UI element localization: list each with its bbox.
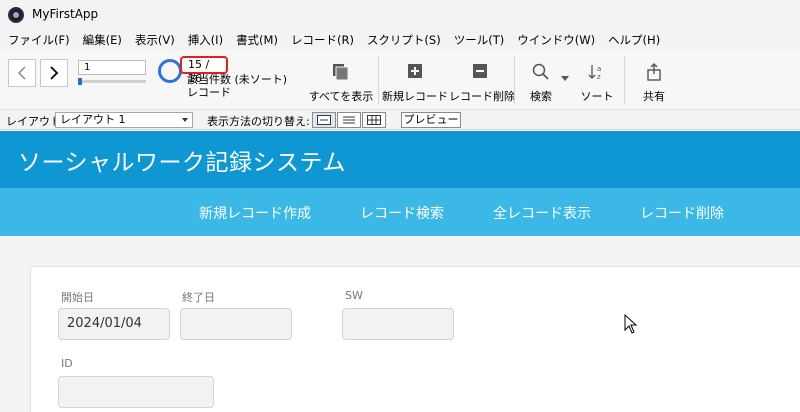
title-bar: MyFirstApp (0, 0, 800, 30)
new-record-label: 新規レコード (382, 90, 448, 103)
end-date-field[interactable] (180, 308, 292, 340)
start-date-label: 開始日 (61, 291, 94, 304)
menu-records[interactable]: レコード(R) (291, 30, 354, 50)
show-all-icon (333, 64, 349, 81)
menu-bar: ファイル(F) 編集(E) 表示(V) 挿入(I) 書式(M) レコード(R) … (0, 30, 800, 50)
menu-edit[interactable]: 編集(E) (83, 30, 122, 50)
nav-delete-record[interactable]: レコード削除 (640, 203, 724, 223)
form-view-icon (317, 115, 331, 125)
window-title: MyFirstApp (32, 7, 99, 21)
sw-field[interactable] (342, 308, 454, 340)
svg-text:z: z (597, 73, 601, 81)
sw-label: SW (345, 289, 363, 302)
sort-button[interactable]: a z ソート (578, 50, 616, 110)
svg-text:a: a (597, 65, 601, 73)
view-table-button[interactable] (362, 112, 386, 128)
share-icon (647, 63, 661, 81)
id-label: ID (61, 357, 73, 370)
record-number-input[interactable]: 1 (78, 60, 146, 75)
toolbar-separator (624, 56, 625, 104)
record-pie-icon (158, 59, 182, 83)
view-form-button[interactable] (312, 112, 336, 128)
toolbar-separator (514, 56, 515, 104)
show-all-button[interactable]: すべてを表示 (306, 50, 376, 110)
app-nav: 新規レコード作成 レコード検索 全レコード表示 レコード削除 (0, 188, 800, 236)
search-label: 検索 (530, 90, 552, 103)
toolbar-separator (378, 56, 379, 104)
search-button[interactable]: 検索 (520, 50, 562, 110)
menu-help[interactable]: ヘルプ(H) (608, 30, 660, 50)
layout-dropdown-value: レイアウト 1 (60, 113, 126, 126)
record-slider-thumb[interactable] (78, 78, 82, 85)
nav-search-records[interactable]: レコード検索 (360, 203, 444, 223)
next-record-button[interactable] (40, 59, 68, 87)
delete-record-button[interactable]: レコード削除 (449, 50, 515, 110)
end-date-label: 終了日 (182, 291, 215, 304)
record-slider[interactable] (78, 80, 146, 83)
show-all-label: すべてを表示 (308, 90, 374, 103)
share-button[interactable]: 共有 (634, 50, 674, 110)
app-icon (8, 7, 24, 23)
table-view-icon (367, 115, 381, 125)
id-field[interactable] (58, 376, 214, 408)
view-list-button[interactable] (337, 112, 361, 128)
add-record-icon (408, 64, 422, 78)
chevron-down-icon (182, 118, 188, 122)
start-date-field[interactable]: 2024/01/04 (58, 308, 170, 340)
search-icon (532, 63, 549, 80)
delete-record-icon (473, 64, 487, 78)
layout-bar: レイアウト: レイアウト 1 表示方法の切り替え: プレビュー (0, 110, 800, 130)
found-set-label: 該当件数 (未ソート) (187, 73, 288, 86)
chevron-left-icon (17, 66, 26, 80)
preview-button[interactable]: プレビュー (401, 112, 461, 128)
menu-scripts[interactable]: スクリプト(S) (367, 30, 441, 50)
nav-show-all-records[interactable]: 全レコード表示 (493, 203, 591, 223)
share-label: 共有 (643, 90, 665, 103)
record-count: 15 / 16 (180, 56, 228, 85)
view-as-label: 表示方法の切り替え: (207, 115, 310, 128)
record-label: レコード (187, 86, 231, 99)
menu-window[interactable]: ウインドウ(W) (517, 30, 595, 50)
menu-view[interactable]: 表示(V) (135, 30, 175, 50)
chevron-right-icon (50, 66, 59, 80)
sort-icon: a z (588, 65, 601, 81)
toolbar: 1 15 / 16 該当件数 (未ソート) レコード すべてを表示 新規レコード… (0, 50, 800, 110)
layout-dropdown[interactable]: レイアウト 1 (55, 112, 193, 128)
menu-file[interactable]: ファイル(F) (8, 30, 70, 50)
new-record-button[interactable]: 新規レコード (382, 50, 448, 110)
menu-insert[interactable]: 挿入(I) (188, 30, 223, 50)
delete-record-label: レコード削除 (449, 90, 515, 103)
list-view-icon (343, 116, 355, 124)
sort-label: ソート (580, 90, 614, 103)
previous-record-button[interactable] (8, 59, 36, 87)
nav-new-record[interactable]: 新規レコード作成 (199, 203, 311, 223)
menu-format[interactable]: 書式(M) (236, 30, 278, 50)
menu-tools[interactable]: ツール(T) (454, 30, 505, 50)
mouse-cursor-icon (624, 314, 638, 334)
search-dropdown-icon[interactable] (561, 76, 569, 82)
page-title: ソーシャルワーク記録システム (18, 150, 346, 176)
app-header: ソーシャルワーク記録システム (0, 131, 800, 188)
